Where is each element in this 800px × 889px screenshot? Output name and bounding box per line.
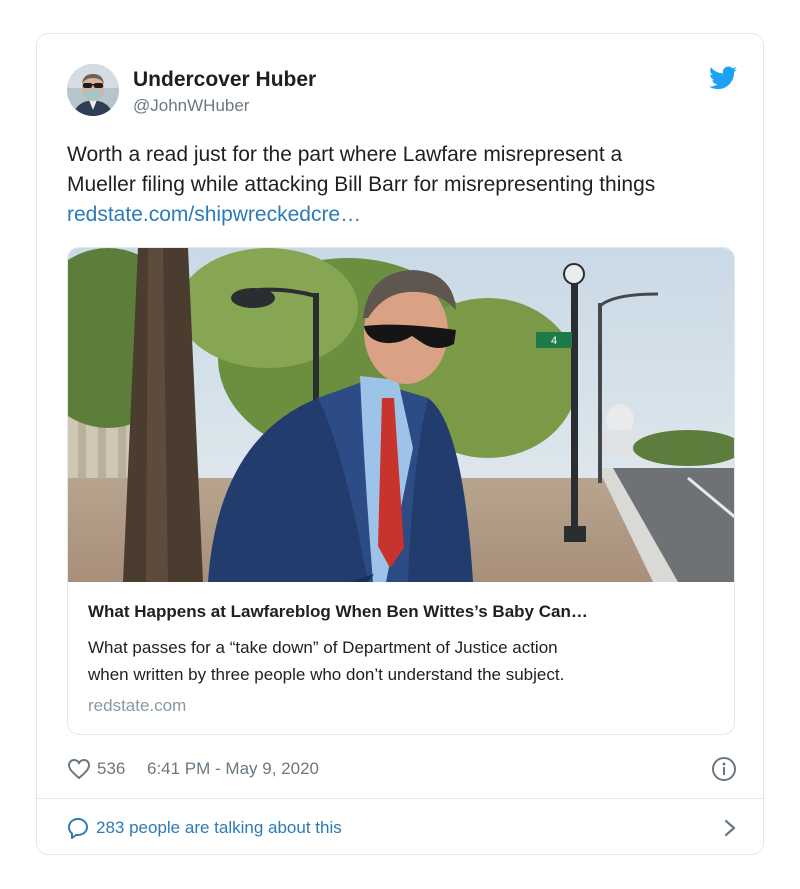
tweet-text-line: Worth a read just for the part where Law… — [67, 143, 623, 166]
tweet-timestamp[interactable]: 6:41 PM - May 9, 2020 — [147, 759, 319, 779]
street-sign-text: 4 — [551, 335, 557, 347]
tweet-meta: 536 6:41 PM - May 9, 2020 — [67, 756, 737, 782]
tweet-text: Worth a read just for the part where Law… — [67, 140, 737, 230]
card-description-line: What passes for a “take down” of Departm… — [88, 638, 558, 657]
card-title[interactable]: What Happens at Lawfareblog When Ben Wit… — [88, 602, 718, 622]
heart-icon[interactable] — [67, 758, 91, 780]
card-description: What passes for a “take down” of Departm… — [88, 634, 718, 688]
card-description-line: when written by three people who don’t u… — [88, 665, 565, 684]
tweet-text-line: Mueller filing while attacking Bill Barr… — [67, 173, 656, 196]
embedded-tweet: Undercover Huber @JohnWHuber Worth a rea… — [36, 33, 764, 855]
tweet-header: Undercover Huber @JohnWHuber — [67, 64, 737, 120]
author-name[interactable]: Undercover Huber — [133, 68, 316, 92]
divider — [37, 798, 763, 799]
conversation-text[interactable]: 283 people are talking about this — [96, 818, 342, 838]
conversation-link[interactable]: 283 people are talking about this — [67, 814, 737, 842]
speech-bubble-icon — [68, 818, 88, 839]
like-count[interactable]: 536 — [97, 759, 125, 779]
info-icon[interactable] — [711, 756, 737, 782]
author-avatar[interactable] — [67, 64, 119, 116]
author-handle[interactable]: @JohnWHuber — [133, 96, 249, 116]
link-card[interactable]: 4 What Happens at Lawfareblog When Ben W… — [67, 247, 735, 735]
card-domain: redstate.com — [88, 696, 187, 715]
twitter-bird-icon[interactable] — [709, 66, 737, 90]
tweet-link[interactable]: redstate.com/shipwreckedcre… — [67, 200, 737, 230]
avatar-image — [67, 64, 119, 116]
card-image[interactable]: 4 — [68, 248, 735, 582]
chevron-right-icon[interactable] — [723, 818, 737, 838]
